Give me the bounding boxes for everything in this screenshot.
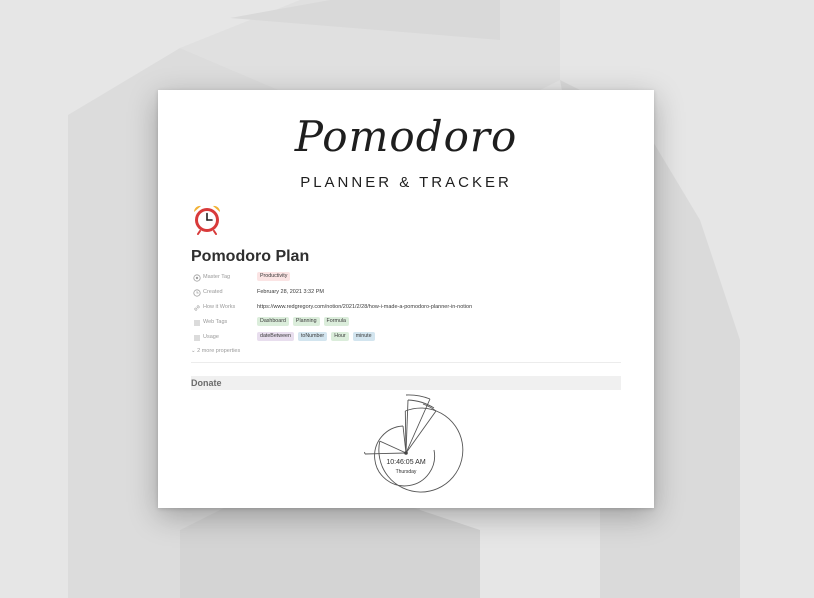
property-label: Usage <box>203 334 219 340</box>
more-properties-toggle[interactable]: ⌄ 2 more properties <box>191 348 240 354</box>
tag-minute[interactable]: minute <box>352 332 375 341</box>
link-icon <box>194 305 200 311</box>
brand-subtitle: PLANNER & TRACKER <box>300 174 512 191</box>
property-created[interactable]: Created February 28, 2021 3:32 PM <box>191 287 621 301</box>
tag-formula[interactable]: Formula <box>323 317 349 326</box>
pomodoro-clock-widget <box>364 394 464 493</box>
chevron-down-icon: ⌄ <box>191 348 196 354</box>
tag-dashboard[interactable]: Dashboard <box>257 317 289 326</box>
page-title: Pomodoro Plan <box>191 248 310 265</box>
tag-hour[interactable]: Hour <box>331 332 349 341</box>
notion-page-card: Pomodoro PLANNER & TRACKER Pomodoro Plan… <box>158 90 654 508</box>
more-properties-label: 2 more properties <box>197 348 241 354</box>
clock-icon <box>193 289 201 297</box>
property-how-it-works[interactable]: How it Works https://www.redgregory.com/… <box>191 302 621 316</box>
list-icon <box>194 320 200 326</box>
tag-productivity[interactable]: Productivity <box>257 272 291 281</box>
property-tags: dateBetween toNumber Hour minute <box>257 332 375 341</box>
donate-section-header[interactable]: Donate <box>191 376 621 390</box>
property-tags: Productivity <box>257 272 291 281</box>
tag-planning[interactable]: Planning <box>292 317 320 326</box>
property-label: Web Tags <box>203 319 228 325</box>
property-label: How it Works <box>203 304 236 310</box>
target-icon <box>193 274 201 282</box>
property-label: Created <box>203 289 223 295</box>
property-usage[interactable]: Usage dateBetween toNumber Hour minute <box>191 332 621 346</box>
alarm-clock-icon[interactable] <box>191 203 223 235</box>
clock-day: Thursday <box>395 469 417 475</box>
brand-script-title: Pomodoro <box>294 112 518 161</box>
clock-time: 10:46:05 AM <box>386 459 426 466</box>
property-label: Master Tag <box>203 274 231 280</box>
property-master-tag[interactable]: Master Tag Productivity <box>191 272 621 286</box>
property-value-created: February 28, 2021 3:32 PM <box>257 289 324 295</box>
divider <box>191 362 621 363</box>
list-icon <box>194 335 200 341</box>
property-tags: Dashboard Planning Formula <box>257 317 349 326</box>
property-value-url[interactable]: https://www.redgregory.com/notion/2021/2… <box>257 304 472 310</box>
tag-datebetween[interactable]: dateBetween <box>257 332 294 341</box>
tag-tonumber[interactable]: toNumber <box>297 332 328 341</box>
section-title: Donate <box>191 378 222 388</box>
property-web-tags[interactable]: Web Tags Dashboard Planning Formula <box>191 317 621 331</box>
